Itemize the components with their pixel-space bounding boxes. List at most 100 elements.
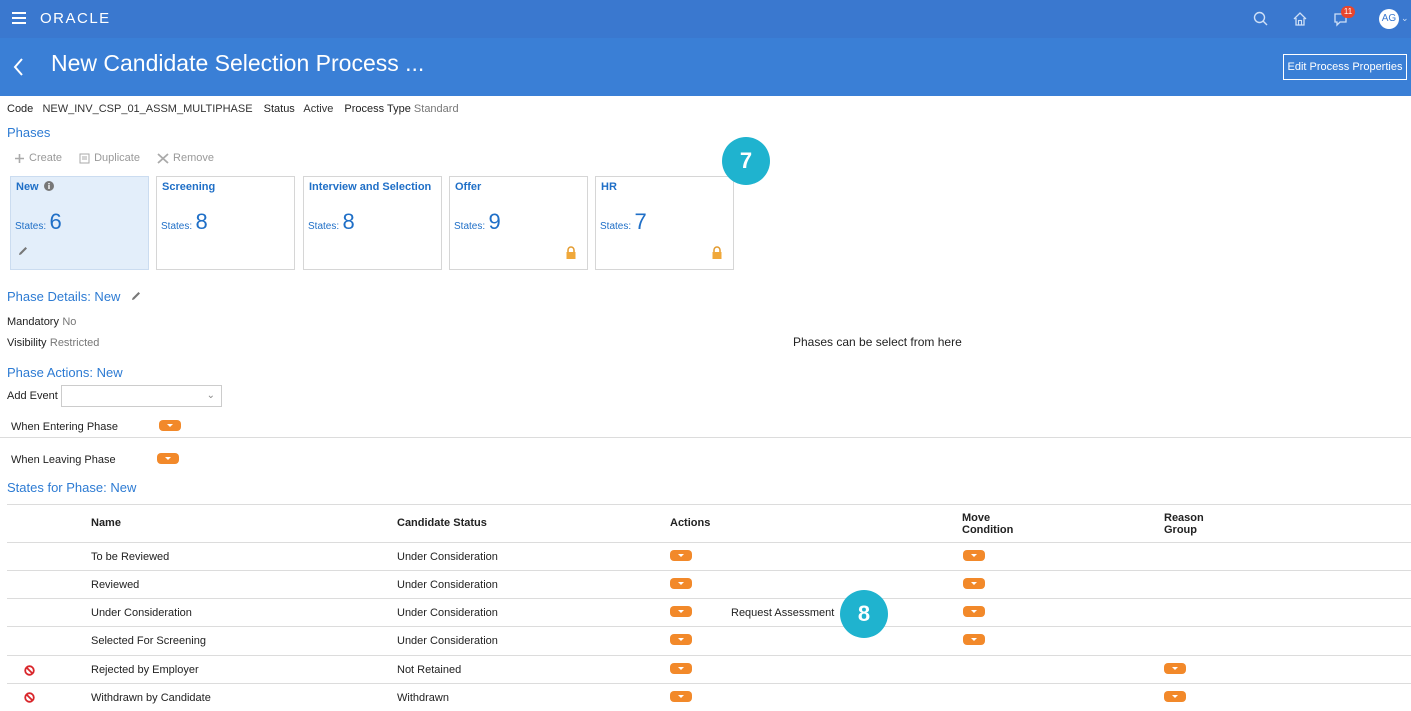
row-actions-menu-button[interactable] [670,578,692,589]
when-leaving-phase-menu-button[interactable] [157,453,179,464]
column-header-name: Name [91,517,121,529]
status-label: Status [263,103,295,115]
plus-icon [15,153,24,163]
phase-states-count: States: 7 [600,209,647,234]
candidate-status: Under Consideration [397,551,498,563]
phase-states-count: States: 8 [161,209,208,234]
duplicate-button[interactable]: Duplicate [79,152,140,164]
reason-group-menu-button[interactable] [1164,663,1186,674]
visibility-value: Restricted [49,337,100,349]
process-type-value: Standard [413,103,459,115]
create-label: Create [29,152,63,164]
withdrawn-icon [24,692,35,703]
state-name: Rejected by Employer [91,664,199,676]
phase-card-hr[interactable]: HR States: 7 [595,176,734,270]
candidate-status: Under Consideration [397,579,498,591]
remove-icon [157,152,169,164]
action-request-assessment[interactable]: Request Assessment [731,607,834,619]
when-leaving-phase-label: When Leaving Phase [11,454,116,466]
mandatory-value: No [62,316,77,328]
phase-card-new[interactable]: New States: 6 [10,176,149,270]
process-type-label: Process Type [344,103,411,115]
home-icon[interactable] [1291,10,1309,28]
row-divider [7,598,1411,599]
row-actions-menu-button[interactable] [670,606,692,617]
row-actions-menu-button[interactable] [670,663,692,674]
phase-states-count: States: 8 [308,209,355,234]
candidate-status: Under Consideration [397,607,498,619]
lock-icon [566,246,576,259]
visibility-label: Visibility [7,337,47,349]
phase-card-title: HR [601,181,617,193]
move-condition-menu-button[interactable] [963,550,985,561]
menu-icon[interactable] [12,12,26,24]
callout-badge-7: 7 [722,137,770,185]
info-icon[interactable] [43,181,54,191]
create-button[interactable]: Create [14,152,62,164]
phase-states-count: States: 9 [454,209,501,234]
edit-process-properties-button[interactable]: Edit Process Properties [1283,54,1407,80]
column-header-move-condition: Move Condition [962,512,1014,536]
user-avatar[interactable]: AG [1379,9,1399,29]
code-value: NEW_INV_CSP_01_ASSM_MULTIPHASE [42,103,253,115]
phase-card-interview-and-selection[interactable]: Interview and Selection States: 8 [303,176,442,270]
add-event-select[interactable]: ⌄ [61,385,222,407]
phases-section-title: Phases [7,125,51,140]
lock-icon [712,246,722,259]
phase-card-offer[interactable]: Offer States: 9 [449,176,588,270]
add-event-label: Add Event [7,390,58,402]
chevron-down-icon: ⌄ [206,390,215,401]
process-info-row: Code NEW_INV_CSP_01_ASSM_MULTIPHASE Stat… [7,103,459,115]
remove-button[interactable]: Remove [157,152,214,164]
state-name: Under Consideration [91,607,192,619]
table-header-divider [7,542,1411,543]
phase-card-title: Interview and Selection [309,181,432,193]
notification-count-badge: 11 [1341,6,1355,18]
phase-details-title: Phase Details: New [7,289,142,304]
duplicate-label: Duplicate [94,152,140,164]
column-header-actions: Actions [670,517,711,529]
remove-label: Remove [173,152,214,164]
reason-group-menu-button[interactable] [1164,691,1186,702]
callout-badge-8: 8 [840,590,888,638]
visibility-row: Visibility Restricted [7,335,99,349]
states-section-title: States for Phase: New [7,480,137,495]
chevron-down-icon[interactable]: ⌄ [1401,13,1409,24]
phase-card-screening[interactable]: Screening States: 8 [156,176,295,270]
column-header-reason-group: Reason Group [1164,512,1204,536]
rejected-icon [24,665,35,676]
mandatory-row: Mandatory No [7,314,76,328]
search-icon[interactable] [1252,10,1270,28]
phase-card-title: Screening [162,181,216,193]
oracle-logo[interactable]: ORACLE [40,10,111,27]
global-header: ORACLE 11 AG ⌄ [0,0,1411,38]
page-header: New Candidate Selection Process ... Edit… [0,38,1411,96]
state-name: Withdrawn by Candidate [91,692,211,704]
state-name: Selected For Screening [91,635,206,647]
mandatory-label: Mandatory [7,316,59,328]
phases-note-callout: Phases can be select from here [793,335,962,349]
phase-card-title: New [16,181,54,193]
pencil-icon[interactable] [130,290,142,302]
status-value: Active [303,103,334,115]
row-divider [7,570,1411,571]
row-divider [7,626,1411,627]
table-top-divider [7,504,1411,505]
phase-states-count: States: 6 [15,209,62,234]
candidate-status: Withdrawn [397,692,449,704]
candidate-status: Under Consideration [397,635,498,647]
row-actions-menu-button[interactable] [670,550,692,561]
pencil-icon[interactable] [17,245,29,257]
move-condition-menu-button[interactable] [963,578,985,589]
when-entering-phase-menu-button[interactable] [159,420,181,431]
move-condition-menu-button[interactable] [963,606,985,617]
row-actions-menu-button[interactable] [670,634,692,645]
state-name: To be Reviewed [91,551,170,563]
row-divider [7,683,1411,684]
divider [0,437,1411,438]
phases-toolbar: Create Duplicate Remove [14,152,228,167]
row-actions-menu-button[interactable] [670,691,692,702]
move-condition-menu-button[interactable] [963,634,985,645]
back-arrow-icon[interactable] [10,52,28,82]
code-label: Code [7,103,34,115]
